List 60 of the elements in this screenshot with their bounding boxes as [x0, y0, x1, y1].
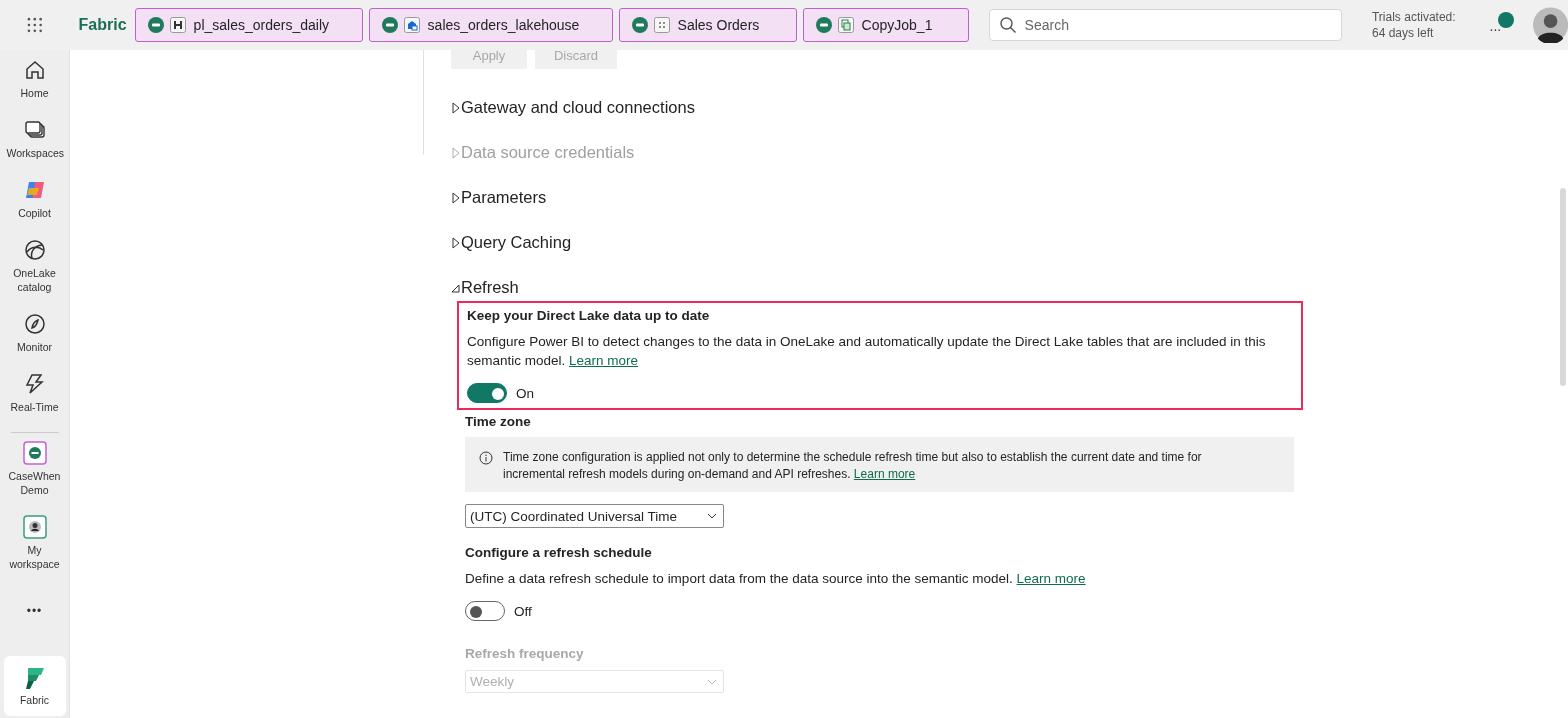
learn-more-link[interactable]: Learn more [1016, 571, 1086, 586]
app-name[interactable]: Fabric [78, 16, 127, 34]
workspace-logo-icon [22, 441, 47, 465]
toggle-switch[interactable] [465, 601, 505, 621]
learn-more-link[interactable]: Learn more [853, 467, 916, 481]
workspace-logo-icon [147, 17, 164, 33]
info-text: Time zone configuration is applied not only to determine the schedule refresh time but also to establish the current date and time for incremental refresh models during on-demand and API refreshes. Learn more [503, 449, 1203, 483]
nav-item[interactable]: Workspaces [1, 118, 68, 160]
trial-status: Trials activated: [1372, 9, 1456, 25]
dots-grid-icon [653, 17, 670, 33]
collapsed-caret-icon[interactable] [451, 236, 460, 249]
person-icon [22, 515, 47, 539]
search-field[interactable]: Search [988, 9, 1342, 41]
nav-item[interactable]: Copilot [1, 178, 68, 220]
toggle-switch[interactable] [467, 383, 507, 403]
nav-item[interactable]: Monitor [1, 312, 68, 354]
more-button[interactable]: ••• [20, 603, 49, 619]
workspace-logo-icon [631, 17, 648, 33]
house-icon [403, 17, 420, 33]
workspace-logo-icon [381, 17, 398, 33]
item-tab[interactable]: pl_sales_orders_daily [134, 8, 363, 42]
search-icon [998, 16, 1017, 34]
trial-status: 64 days left [1372, 25, 1435, 41]
chevron-down-icon [707, 513, 717, 519]
nav-item[interactable]: Real-Time [1, 372, 68, 414]
nav-item[interactable]: CaseWhen Demo [1, 441, 68, 497]
app-launcher-icon[interactable] [26, 16, 44, 34]
item-tab[interactable]: Sales Orders [618, 8, 797, 42]
toggle-label: On [516, 385, 534, 401]
section-title[interactable]: Gateway and cloud connections [461, 98, 695, 117]
info-icon [479, 451, 493, 465]
section-title[interactable]: Parameters [461, 188, 547, 207]
fabric-switcher-button[interactable]: Fabric [3, 656, 66, 716]
setting-description: Define a data refresh schedule to import data from the data source into the semantic model. Learn more [465, 570, 1087, 588]
nav-item[interactable]: OneLake catalog [1, 238, 68, 294]
setting-description: Configure Power BI to detect changes to the data in OneLake and automatically update the Direct Lake tables that are included in this semantic model. Learn more [467, 333, 1267, 370]
chevron-down-icon [707, 678, 717, 685]
setting-title: Keep your Direct Lake data up to date [467, 308, 711, 323]
toggle-label: Off [514, 603, 532, 619]
item-tab[interactable]: CopyJob_1 [802, 8, 969, 42]
section-title[interactable]: Query Caching [461, 233, 572, 252]
nav-item[interactable]: My workspace [1, 515, 68, 571]
compass-icon [22, 312, 47, 336]
field-label: Refresh frequency [465, 646, 585, 661]
setting-title: Configure a refresh schedule [465, 545, 653, 560]
item-tab[interactable]: sales_orders_lakehouse [368, 8, 613, 42]
time-zone-dropdown[interactable]: (UTC) Coordinated Universal Time [465, 504, 724, 528]
collapsed-caret-icon[interactable] [451, 191, 460, 204]
section-title[interactable]: Refresh [461, 278, 519, 297]
fabric-logo-icon [23, 666, 46, 690]
field-label: Time zone [465, 414, 532, 429]
more-button[interactable]: ... [1489, 18, 1502, 34]
nav-item[interactable]: Home [1, 58, 68, 100]
collapsed-caret-icon[interactable] [451, 101, 460, 114]
document-copy-icon [837, 17, 854, 33]
learn-more-link[interactable]: Learn more [569, 353, 639, 368]
globe-icon [22, 238, 47, 262]
workspace-logo-icon [815, 17, 832, 33]
avatar-icon[interactable] [1532, 7, 1568, 43]
status-dot-icon [1497, 12, 1514, 28]
